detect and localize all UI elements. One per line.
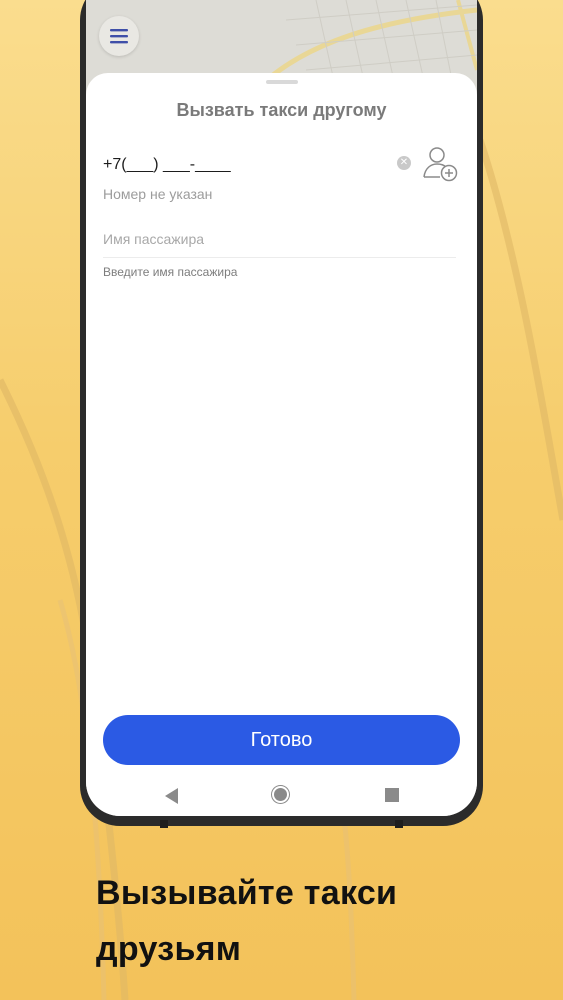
phone-side-button xyxy=(160,820,168,828)
promo-caption: Вызывайте такси друзьям xyxy=(96,865,516,977)
clear-phone-button[interactable]: ✕ xyxy=(397,156,411,170)
call-for-other-sheet: Вызвать такси другому +7(___) ___-____ ✕… xyxy=(86,73,477,816)
phone-hint: Номер не указан xyxy=(103,186,213,202)
promo-line-1: Вызывайте такси xyxy=(96,874,398,912)
passenger-name-input[interactable] xyxy=(103,221,456,258)
menu-button[interactable] xyxy=(99,16,139,56)
nav-recent-icon[interactable] xyxy=(385,788,399,802)
nav-back-icon[interactable] xyxy=(165,788,178,804)
done-button[interactable]: Готово xyxy=(103,715,460,765)
sheet-title: Вызвать такси другому xyxy=(176,100,387,120)
sheet-drag-handle[interactable] xyxy=(266,80,298,84)
hamburger-menu-icon xyxy=(110,29,128,44)
phone-screen: Вызвать такси другому +7(___) ___-____ ✕… xyxy=(86,0,477,816)
passenger-name-hint: Введите имя пассажира xyxy=(103,265,238,279)
add-contact-icon[interactable] xyxy=(422,146,458,182)
clear-icon: ✕ xyxy=(399,157,409,168)
phone-side-button xyxy=(395,820,403,828)
nav-home-icon[interactable] xyxy=(274,788,287,801)
promo-line-2: друзьям xyxy=(96,930,242,968)
system-nav-bar xyxy=(86,779,477,809)
phone-number-field[interactable]: +7(___) ___-____ xyxy=(103,156,231,174)
